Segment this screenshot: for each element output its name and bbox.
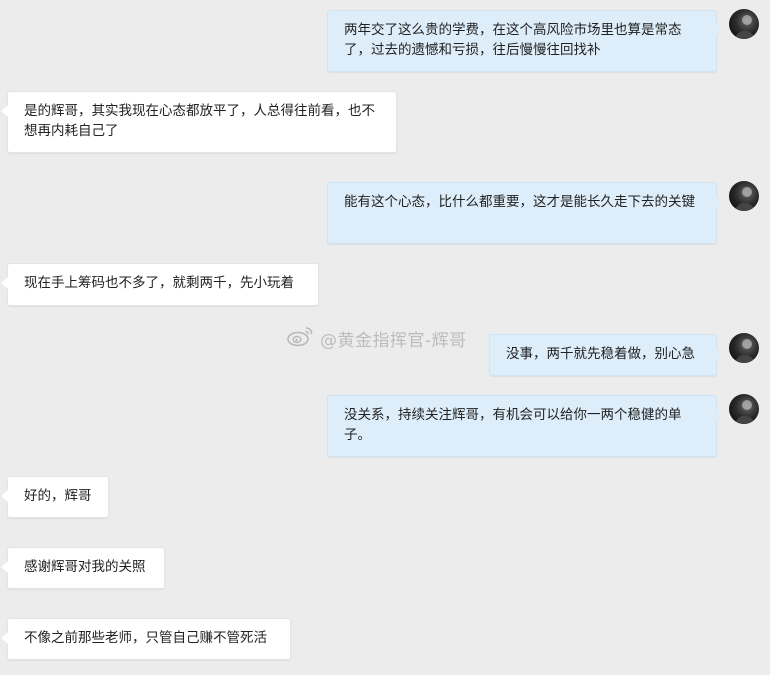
message-bubble-sent[interactable]: 能有这个心态，比什么都重要，这才是能长久走下去的关键 <box>327 182 723 244</box>
avatar[interactable] <box>729 181 759 211</box>
weibo-logo-icon <box>286 325 314 352</box>
avatar[interactable] <box>729 394 759 424</box>
message-bubble-received[interactable]: 现在手上筹码也不多了，就剩两千，先小玩着 <box>1 263 319 306</box>
watermark-text: @黄金指挥官-辉哥 <box>320 330 467 351</box>
avatar[interactable] <box>729 333 759 363</box>
message-bubble-sent[interactable]: 没关系，持续关注辉哥，有机会可以给你一两个稳健的单子。 <box>327 395 723 457</box>
watermark: @黄金指挥官-辉哥 <box>286 325 467 351</box>
chat-window: 两年交了这么贵的学费，在这个高风险市场里也算是常态了，过去的遗憾和亏损，往后慢慢… <box>0 0 770 675</box>
message-bubble-received[interactable]: 是的辉哥，其实我现在心态都放平了，人总得往前看，也不想再内耗自己了 <box>1 91 397 153</box>
message-bubble-received[interactable]: 感谢辉哥对我的关照 <box>1 547 165 589</box>
message-bubble-sent[interactable]: 两年交了这么贵的学费，在这个高风险市场里也算是常态了，过去的遗憾和亏损，往后慢慢… <box>327 10 723 72</box>
message-bubble-sent[interactable]: 没事，两千就先稳着做，别心急 <box>489 334 723 376</box>
message-bubble-received[interactable]: 好的，辉哥 <box>1 476 109 518</box>
message-bubble-received[interactable]: 不像之前那些老师，只管自己赚不管死活 <box>1 618 291 660</box>
avatar[interactable] <box>729 9 759 39</box>
